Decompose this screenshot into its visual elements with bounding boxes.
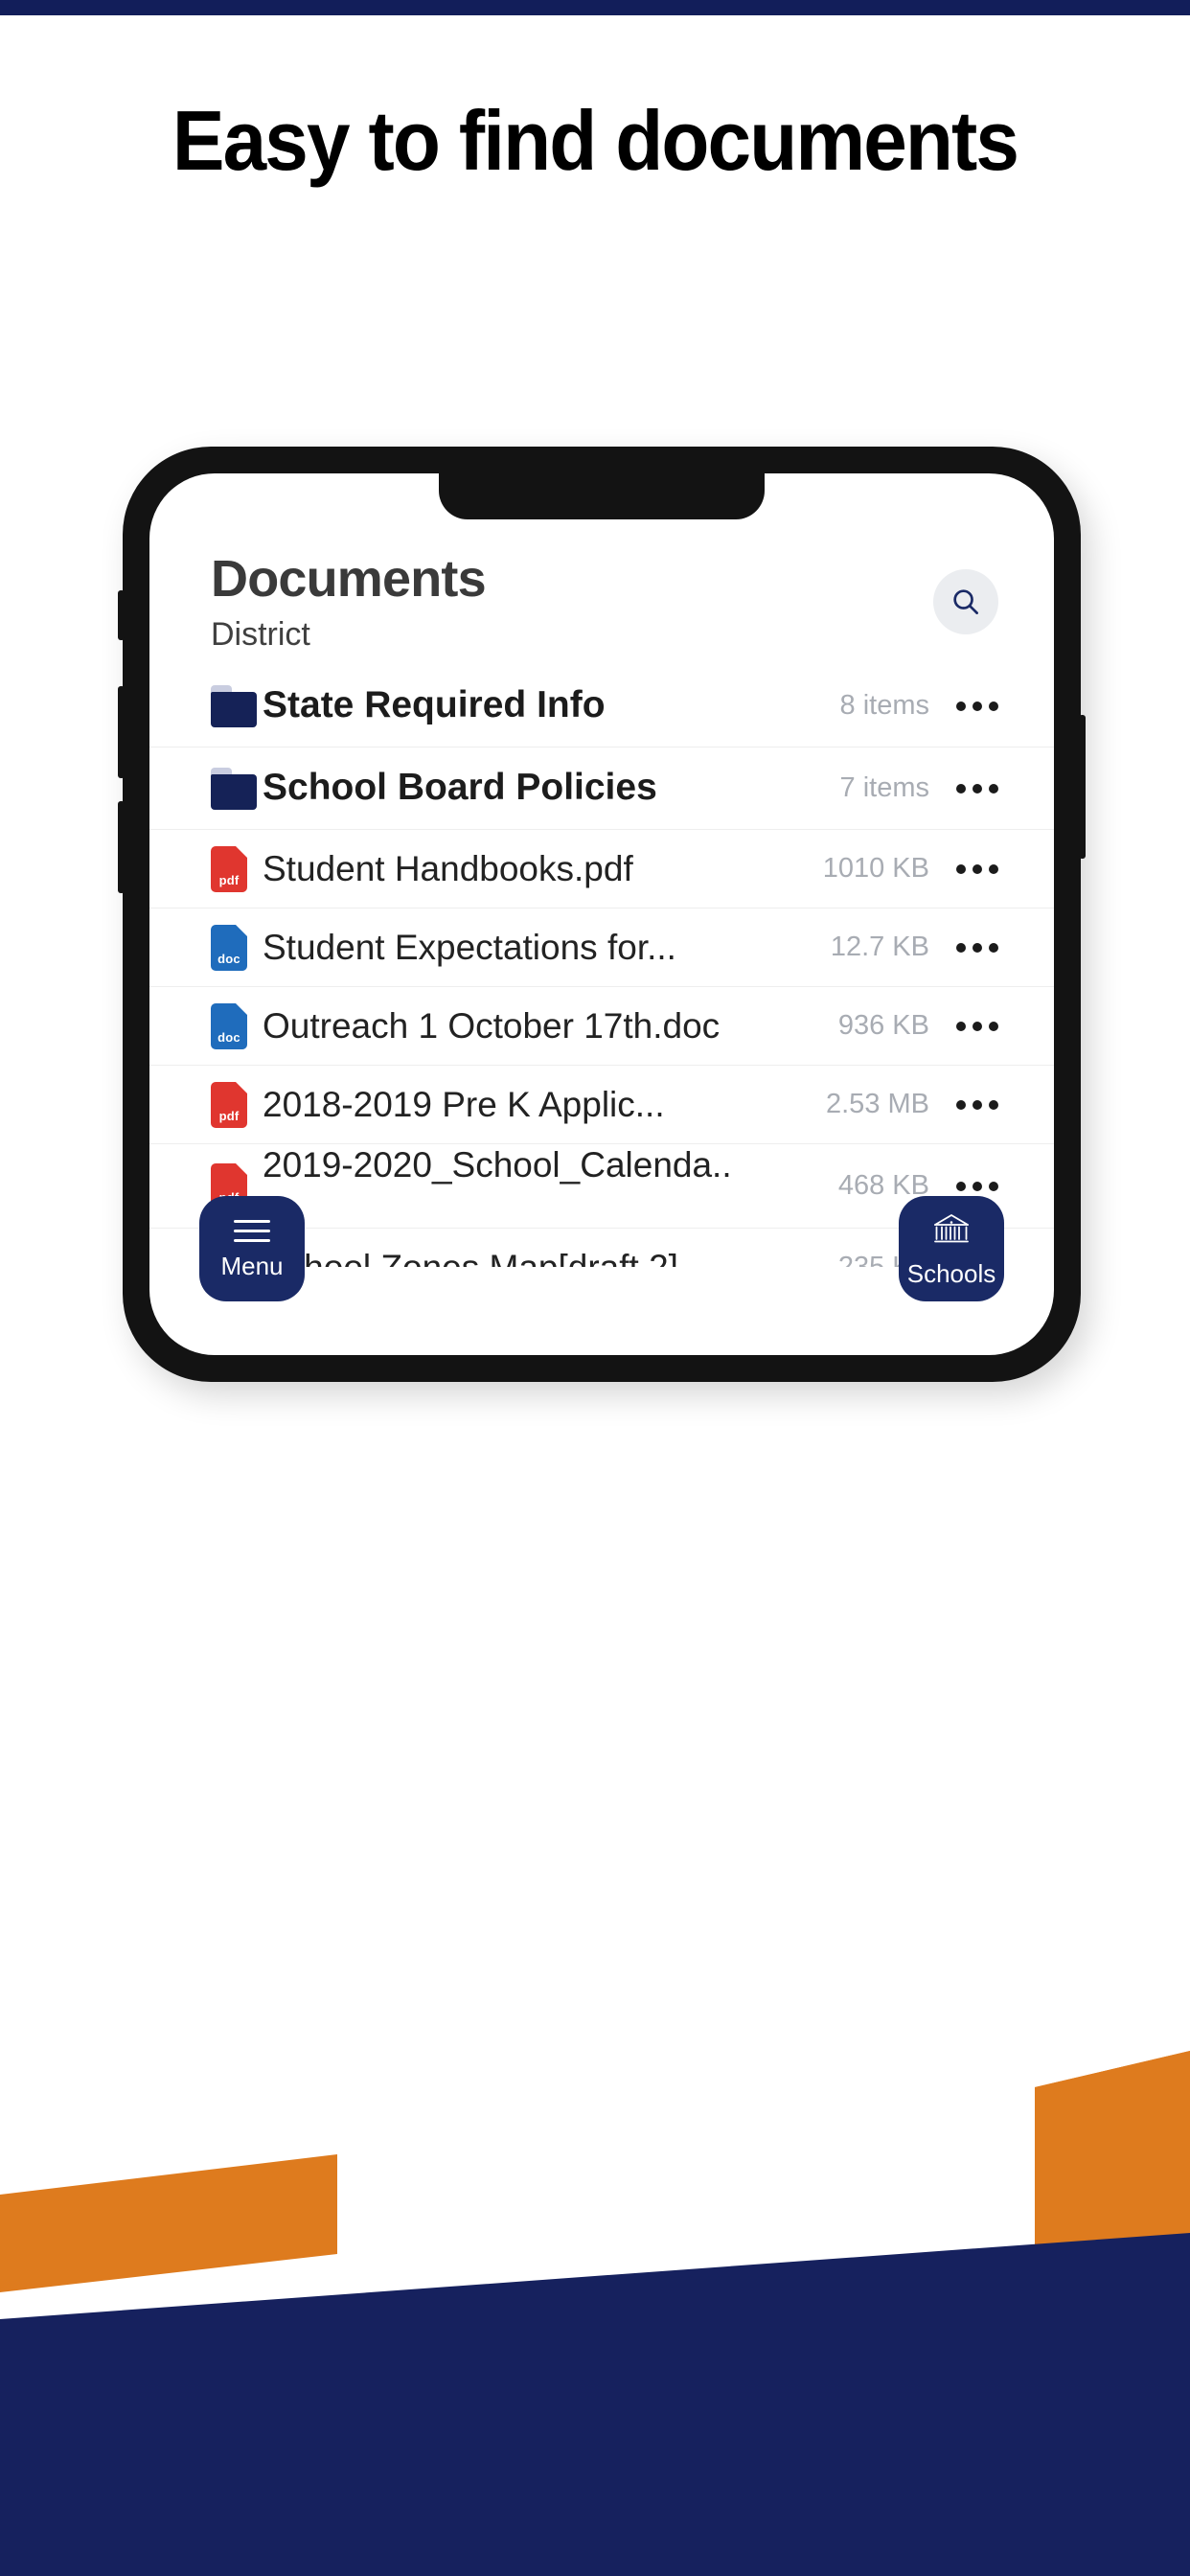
file-name: State Required Info [263,684,606,726]
app-title-block: Documents District [211,550,487,654]
bottom-navigation: Menu Schools [149,1196,1054,1301]
schools-button[interactable]: Schools [899,1196,1004,1301]
page-title: Easy to find documents [172,93,1019,188]
navy-bottom-shape [0,2233,1190,2576]
phone-silent-switch [118,590,125,640]
phone-notch [439,473,765,519]
file-row[interactable]: pdf 2018-2019 Pre K Applic... 2.53 MB [149,1066,1054,1144]
hamburger-menu-icon [234,1219,270,1242]
folder-row[interactable]: State Required Info 8 items [149,665,1054,748]
more-options-icon[interactable] [950,942,1004,953]
more-options-icon[interactable] [950,1021,1004,1031]
file-meta: 7 items [839,772,929,803]
phone-power-button [1079,715,1086,859]
more-options-icon[interactable] [950,863,1004,874]
folder-icon [211,767,263,810]
file-meta: 8 items [839,690,929,721]
more-options-icon[interactable] [950,1099,1004,1110]
doc-file-icon: doc [211,1002,263,1049]
screen-title: Documents [211,550,487,608]
file-name: Outreach 1 October 17th.doc [263,1005,721,1046]
more-options-icon[interactable] [950,783,1004,794]
phone-screen: Documents District State Required Info 8 … [149,473,1054,1355]
more-options-icon[interactable] [950,1181,1004,1191]
file-name: 2018-2019 Pre K Applic... [263,1084,665,1124]
file-meta: 936 KB [837,1010,929,1041]
schools-button-label: Schools [906,1259,996,1288]
folder-icon [211,684,263,727]
documents-list[interactable]: State Required Info 8 items School Board P… [149,665,1054,1267]
menu-button-label: Menu [220,1251,284,1280]
file-row[interactable]: pdf Student Handbooks.pdf 1010 KB [149,830,1054,908]
file-name: School Board Policies [263,767,657,809]
file-meta: 2.53 MB [826,1089,929,1119]
school-building-icon [934,1213,969,1243]
more-options-icon[interactable] [950,701,1004,711]
menu-button[interactable]: Menu [199,1196,305,1301]
app-header: Documents District [149,552,1054,665]
phone-mockup: Documents District State Required Info 8 … [118,447,1086,1382]
doc-file-icon: doc [211,924,263,971]
phone-volume-up-button [118,686,125,778]
phone-volume-down-button [118,801,125,893]
file-meta: 12.7 KB [830,932,929,962]
screen-subtitle: District [211,615,310,653]
file-name: Student Expectations for... [263,927,676,967]
file-row[interactable]: doc Outreach 1 October 17th.doc 936 KB [149,987,1054,1066]
file-meta: 1010 KB [822,853,929,884]
orange-wedge-left [0,2154,337,2292]
pdf-file-icon: pdf [211,845,263,892]
file-name: Student Handbooks.pdf [263,848,633,888]
folder-row[interactable]: School Board Policies 7 items [149,748,1054,830]
search-button[interactable] [933,569,998,634]
file-row[interactable]: doc Student Expectations for... 12.7 KB [149,908,1054,987]
search-icon [953,589,978,614]
pdf-file-icon: pdf [211,1081,263,1128]
